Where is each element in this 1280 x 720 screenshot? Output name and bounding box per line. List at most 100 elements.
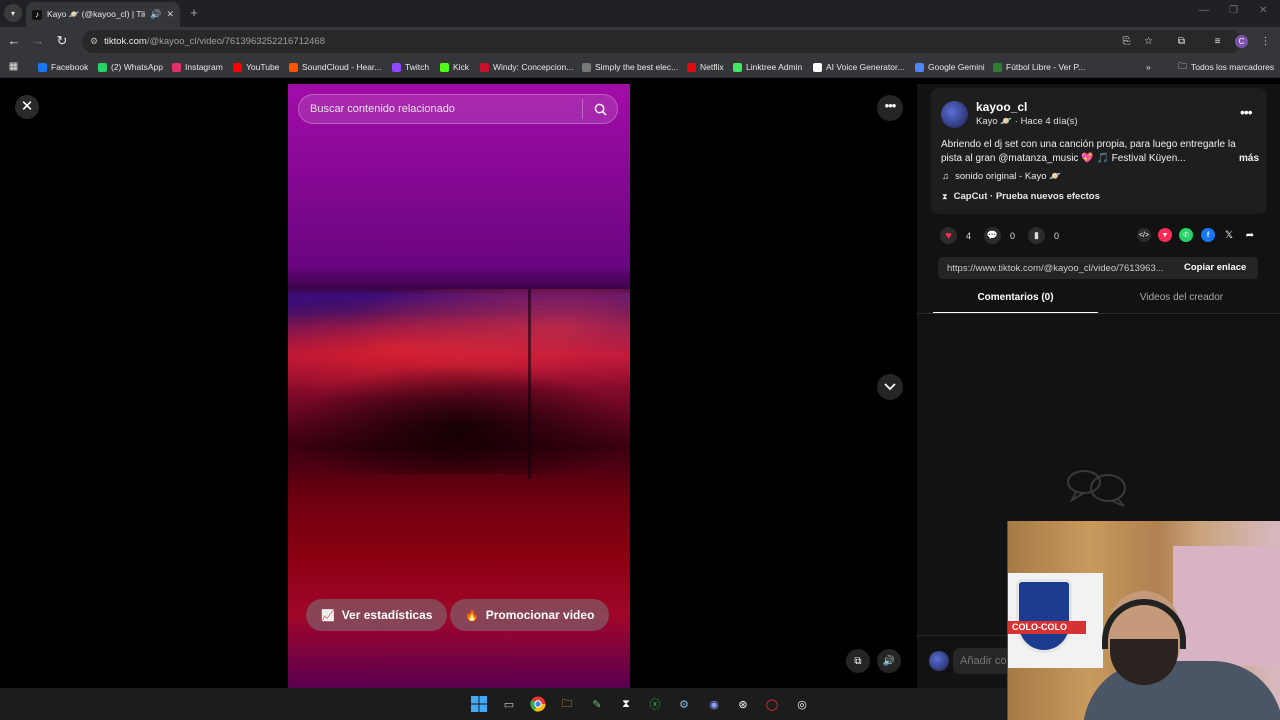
bookmark-icon: ▮ [1028, 227, 1045, 244]
video-more-options-button[interactable]: ••• [877, 95, 903, 121]
apps-grid-icon[interactable]: ▦ [7, 60, 20, 73]
view-stats-button[interactable]: 📈 Ver estadísticas [306, 599, 448, 631]
bookmark-item[interactable]: Fútbol Libre - Ver P... [993, 60, 1085, 74]
card-more-options-icon[interactable]: ••• [1240, 104, 1253, 120]
elevenlabs-icon [813, 62, 822, 72]
youtube-icon [233, 62, 242, 72]
audio-playing-icon[interactable]: 🔊 [150, 9, 161, 20]
facebook-share-icon[interactable]: f [1201, 228, 1215, 242]
tab-active[interactable]: ♪ Kayo 🪐 (@kayoo_cl) | TikTok 🔊 ✕ [26, 2, 180, 27]
search-button[interactable] [583, 95, 617, 123]
comment-button[interactable]: 💬 0 [984, 227, 1015, 244]
chrome-icon[interactable] [528, 694, 548, 714]
share-url[interactable]: https://www.tiktok.com/@kayoo_cl/video/7… [947, 263, 1171, 274]
start-icon[interactable] [469, 694, 489, 714]
bookmark-item[interactable]: AI Voice Generator... [813, 60, 904, 74]
bookmark-item[interactable]: Netflix [687, 60, 724, 74]
bookmark-item[interactable]: YouTube [233, 60, 279, 74]
minimize-icon[interactable]: — [1199, 5, 1209, 16]
next-video-button[interactable] [877, 374, 903, 400]
profile-avatar[interactable]: C [1235, 35, 1248, 48]
embed-icon[interactable]: </> [1137, 228, 1151, 242]
bookmark-label: Fútbol Libre - Ver P... [1006, 62, 1086, 72]
tab-divider [917, 313, 1280, 314]
bookmark-item[interactable]: Linktree Admin [733, 60, 802, 74]
save-button[interactable]: ▮ 0 [1028, 227, 1059, 244]
notification-app-icon[interactable]: ◎ [792, 694, 812, 714]
bookmark-label: Kick [453, 62, 470, 72]
steam-icon[interactable]: ⚙ [674, 694, 694, 714]
xbox-icon[interactable]: ⓧ [645, 694, 665, 714]
copy-link-button[interactable]: Copiar enlace [1184, 262, 1246, 273]
description-text: Abriendo el dj set con una canción propi… [941, 139, 1236, 164]
new-tab-button[interactable]: + [186, 5, 202, 21]
tab-close-icon[interactable]: ✕ [166, 9, 174, 20]
share-arrow-icon[interactable]: ➦ [1243, 228, 1257, 242]
volume-button[interactable]: 🔊 [877, 649, 901, 673]
floating-player-button[interactable]: ⧉ [846, 649, 870, 673]
obs-icon[interactable]: ⊛ [733, 694, 753, 714]
bookmark-label: Twitch [405, 62, 430, 72]
capcut-app-icon[interactable]: ⧗ [616, 694, 636, 714]
address-bar[interactable]: ⚙ tiktok.com/@kayoo_cl/video/76139632522… [82, 30, 1242, 53]
tab-creator-videos[interactable]: Videos del creador [1099, 292, 1264, 314]
creator-avatar[interactable] [941, 101, 968, 128]
see-more-link[interactable]: más [1234, 152, 1259, 166]
bookmark-label: (2) WhatsApp [111, 62, 163, 72]
video-player[interactable] [288, 84, 630, 688]
browser-menu-icon[interactable]: ⋮ [1259, 35, 1272, 48]
opera-gx-icon[interactable]: ◯ [762, 694, 782, 714]
volume-icon: 🔊 [882, 655, 896, 667]
related-search-input[interactable] [310, 103, 582, 115]
bookmark-item[interactable]: Simply the best elec... [582, 60, 678, 74]
reload-icon[interactable]: ↻ [54, 33, 70, 49]
media-controls-icon[interactable]: ≡ [1211, 35, 1224, 48]
window-close-icon[interactable]: ✕ [1259, 5, 1267, 16]
close-video-button[interactable]: ✕ [15, 95, 39, 119]
file-explorer-icon[interactable]: 🗀 [557, 694, 577, 714]
restore-icon[interactable]: ❐ [1229, 5, 1238, 16]
capcut-link[interactable]: ⧗ CapCut · Prueba nuevos efectos [942, 191, 1100, 202]
bookmark-label: SoundCloud - Hear... [302, 62, 382, 72]
bookmark-item[interactable]: (2) WhatsApp [98, 60, 163, 74]
site-info-icon[interactable]: ⚙ [90, 36, 98, 47]
related-search-box [298, 94, 618, 124]
promote-video-button[interactable]: 🔥 Promocionar video [450, 599, 610, 631]
futbol-libre-icon [993, 62, 1002, 72]
bookmark-item[interactable]: Facebook [38, 60, 88, 74]
forward-icon[interactable]: → [30, 33, 46, 49]
extensions-icon[interactable]: ⧉ [1175, 35, 1188, 48]
bookmark-item[interactable]: Kick [440, 60, 469, 74]
discord-icon[interactable]: ◉ [704, 694, 724, 714]
browser-toolbar: ← → ↻ ⚙ tiktok.com/@kayoo_cl/video/76139… [0, 27, 1280, 56]
all-bookmarks-button[interactable]: 🗀 Todos los marcadores [1178, 60, 1274, 74]
flame-icon: 🔥 [465, 609, 479, 622]
tab-search-chevron-icon[interactable]: ▾ [4, 4, 22, 22]
music-link[interactable]: ♫ sonido original - Kayo 🪐 [942, 171, 1061, 182]
whatsapp-share-icon[interactable]: ✆ [1179, 228, 1193, 242]
video-description: Abriendo el dj set con una canción propi… [941, 138, 1259, 166]
whatsapp-icon [98, 62, 107, 72]
creator-username[interactable]: kayoo_cl [976, 100, 1027, 114]
repost-icon[interactable]: ▼ [1158, 228, 1172, 242]
install-app-icon[interactable]: ⎘ [1120, 35, 1133, 48]
bookmark-item[interactable]: SoundCloud - Hear... [289, 60, 381, 74]
x-share-icon[interactable]: 𝕏 [1222, 228, 1236, 242]
bookmark-item[interactable]: Windy: Concepcion... [480, 60, 573, 74]
folder-icon: 🗀 [1178, 61, 1188, 71]
notepad-icon[interactable]: ✎ [587, 694, 607, 714]
back-icon[interactable]: ← [6, 33, 22, 49]
bookmark-label: AI Voice Generator... [826, 62, 905, 72]
bookmark-star-icon[interactable]: ☆ [1142, 35, 1155, 48]
creator-subline: Kayo 🪐 · Hace 4 día(s) [976, 116, 1078, 127]
task-view-icon[interactable]: ▭ [499, 694, 519, 714]
netflix-icon [687, 62, 696, 72]
bookmark-item[interactable]: Twitch [392, 60, 429, 74]
bookmarks-overflow-icon[interactable]: » [1146, 60, 1151, 74]
bookmark-item[interactable]: Google Gemini [915, 60, 985, 74]
heart-icon: ♥ [940, 227, 957, 244]
capcut-label: CapCut · Prueba nuevos efectos [953, 191, 1100, 202]
tab-comments[interactable]: Comentarios (0) [933, 292, 1098, 314]
like-button[interactable]: ♥ 4 [940, 227, 971, 244]
bookmark-item[interactable]: Instagram [172, 60, 223, 74]
